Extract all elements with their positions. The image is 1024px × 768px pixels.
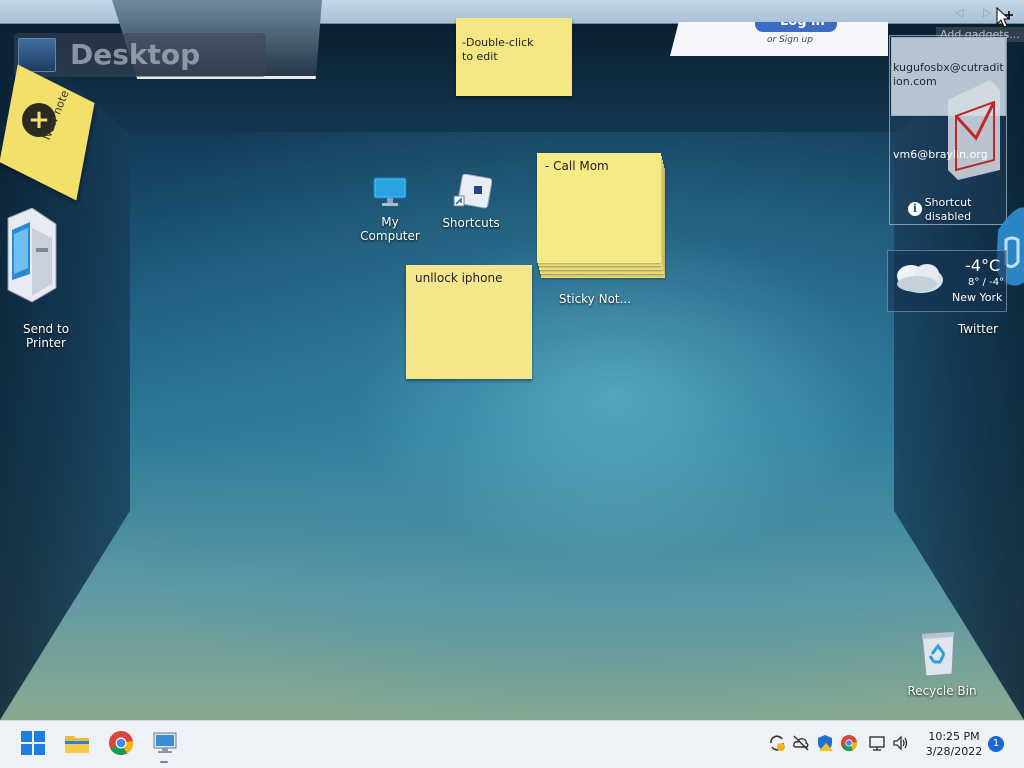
mail-address-1: kugufosbx@cutradition.com <box>893 61 1004 88</box>
file-explorer-icon[interactable] <box>64 730 90 756</box>
cloud-offline-icon[interactable] <box>792 734 810 752</box>
active-app-indicator <box>160 761 168 763</box>
sticky-note-call-mom[interactable]: - Call Mom <box>537 153 661 263</box>
clock-date: 3/28/2022 <box>925 745 983 758</box>
shortcuts-label[interactable]: Shortcuts <box>440 216 502 230</box>
clock-time: 10:25 PM <box>928 730 980 743</box>
send-to-printer-label[interactable]: Send to Printer <box>18 322 74 350</box>
printer-icon[interactable] <box>2 208 58 304</box>
twitter-label[interactable]: Twitter <box>952 322 1004 336</box>
sticky-notes-label[interactable]: Sticky Not... <box>556 292 634 306</box>
sticky-note-unlock[interactable]: unllock iphone <box>406 265 532 379</box>
security-shield-icon[interactable] <box>816 734 834 752</box>
recycle-bin-label[interactable]: Recycle Bin <box>904 684 980 698</box>
network-icon[interactable] <box>868 734 886 752</box>
info-icon: i <box>908 202 922 216</box>
cloud-icon <box>897 264 943 293</box>
shortcuts-icon[interactable] <box>452 174 492 210</box>
page-title: Desktop <box>70 38 201 71</box>
remote-desktop-icon[interactable] <box>152 730 178 756</box>
my-computer-label[interactable]: My Computer <box>358 215 422 243</box>
start-icon[interactable] <box>20 730 46 756</box>
weather-city: New York <box>952 291 1003 304</box>
desktop-screen: Desktop ◁ ▷ Add gadgets... -Double-click… <box>0 0 1024 768</box>
chrome-tray-icon[interactable] <box>840 734 858 752</box>
weather-range: 8° / -4° <box>968 277 1005 288</box>
mouse-cursor-icon <box>996 7 1013 28</box>
computer-icon[interactable] <box>372 176 408 208</box>
recycle-bin-icon[interactable] <box>918 630 958 678</box>
mail-address-2: vm6@braylin.org <box>893 148 988 161</box>
envelope-icon <box>948 80 1000 180</box>
shortcut-disabled-label: Shortcut disabled <box>924 196 972 223</box>
chrome-icon[interactable] <box>108 730 134 756</box>
notification-badge[interactable]: 1 <box>988 736 1004 752</box>
taskbar-clock[interactable]: 10:25 PM 3/28/2022 <box>918 729 990 759</box>
signup-link[interactable]: or Sign up <box>767 35 813 45</box>
sticky-note-top[interactable]: -Double-click to edit <box>456 18 572 96</box>
volume-icon[interactable] <box>892 734 910 752</box>
sync-icon[interactable] <box>768 734 786 752</box>
gadget-nav-arrows[interactable]: ◁ ▷ <box>955 6 999 19</box>
weather-temperature: -4°C <box>965 256 1001 275</box>
